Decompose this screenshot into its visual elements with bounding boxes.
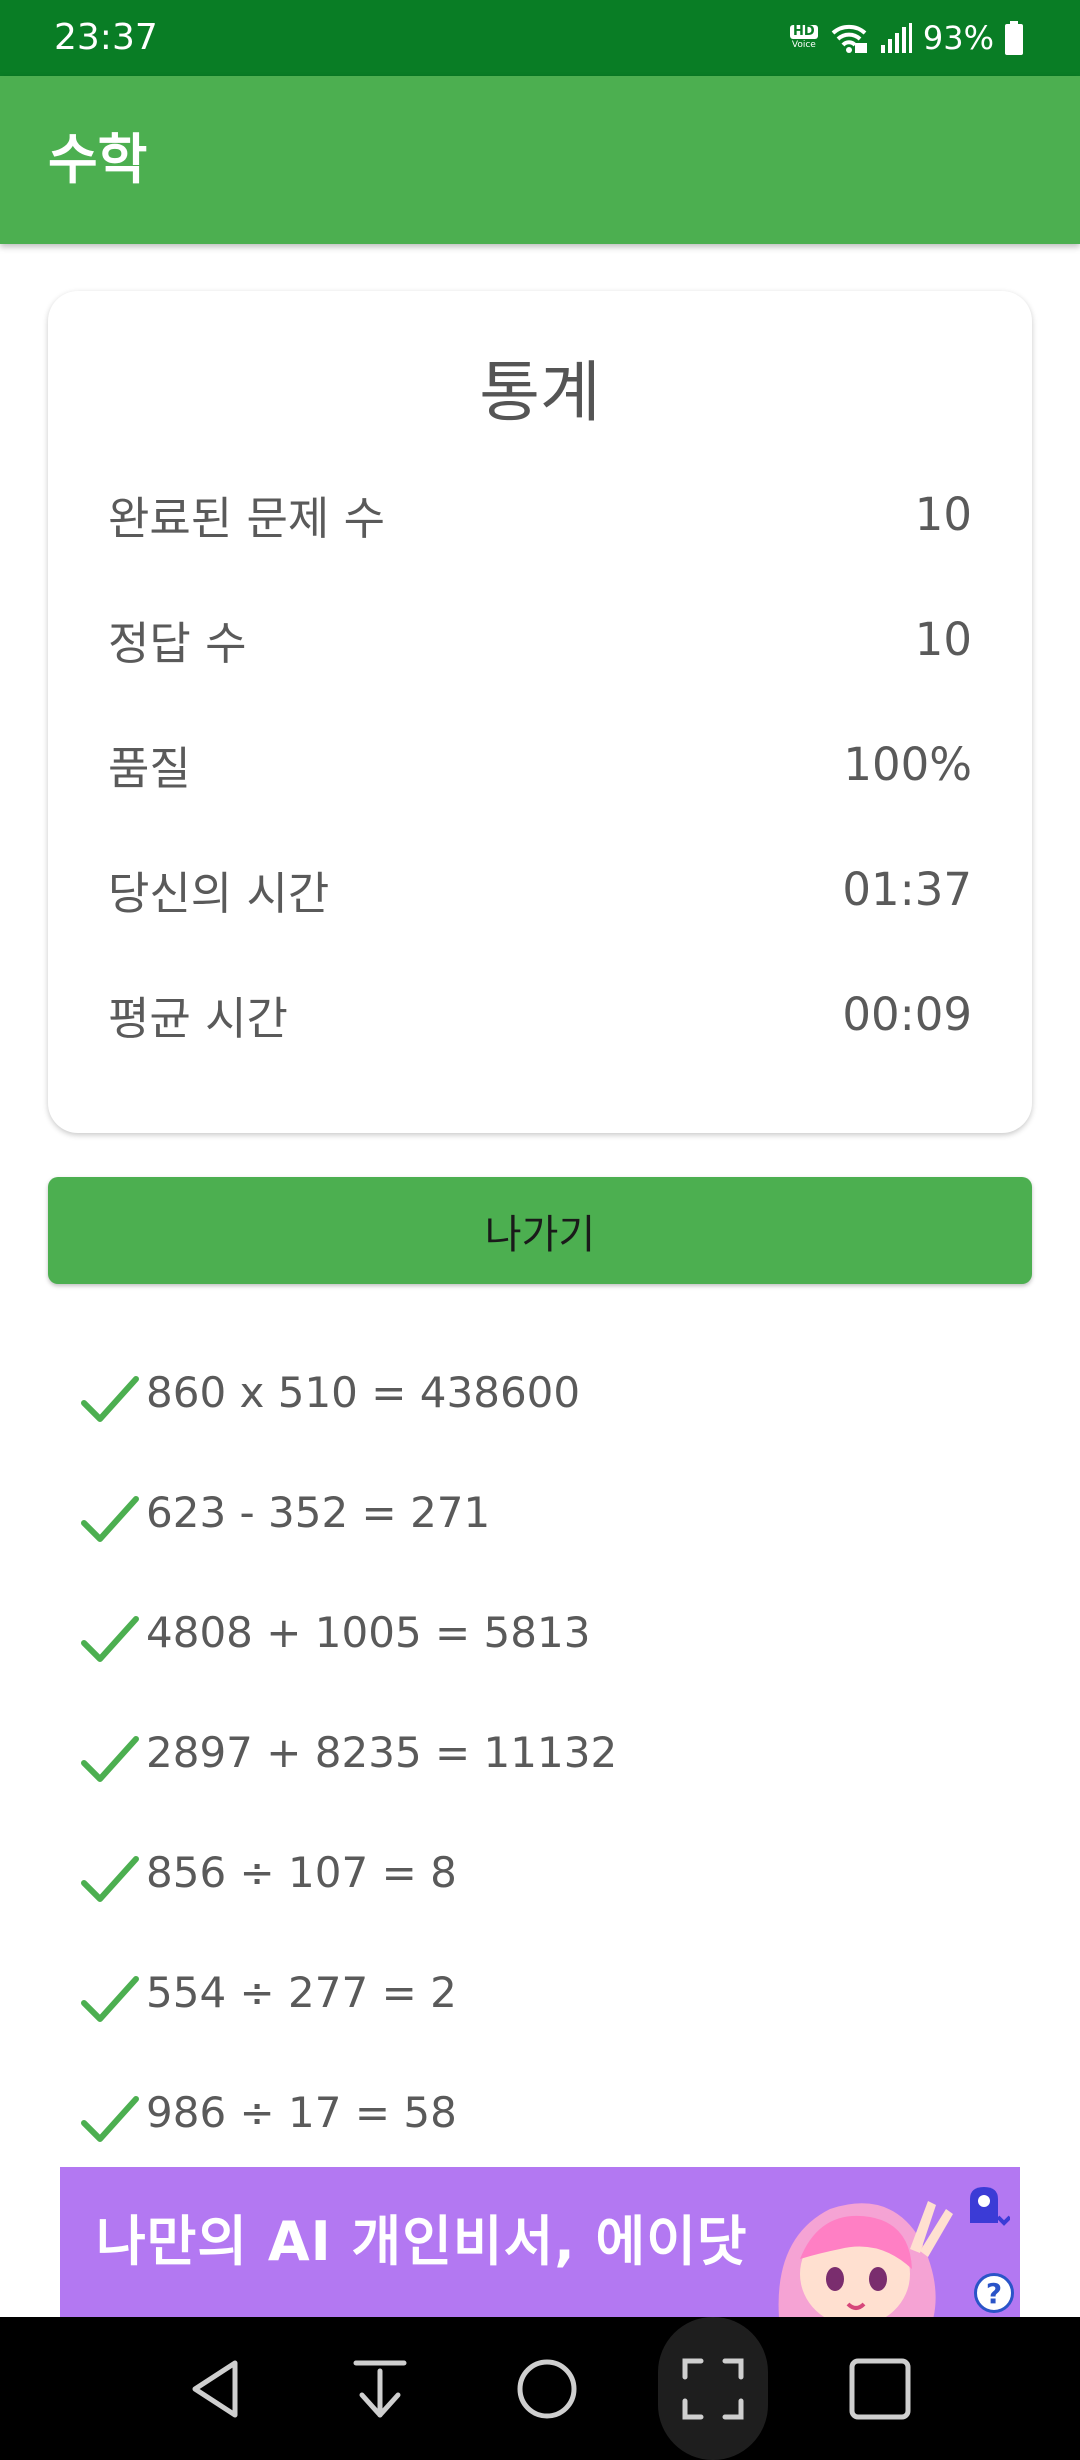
battery-icon	[1005, 21, 1023, 55]
ad-help-icon[interactable]: ?	[974, 2273, 1014, 2313]
stat-value: 01:37	[842, 862, 972, 916]
check-icon	[81, 1376, 139, 1422]
screenshot-icon	[682, 2358, 744, 2419]
stat-row-your-time: 당신의 시간 01:37	[108, 854, 972, 924]
check-icon	[81, 1856, 139, 1902]
stat-label: 평균 시간	[108, 991, 288, 1045]
ad-logo-icon	[970, 2187, 1010, 2226]
result-item: 2897 + 8235 = 11132	[80, 1712, 617, 1792]
exit-button[interactable]: 나가기	[48, 1177, 1032, 1284]
check-icon	[81, 1616, 139, 1662]
status-time: 23:37	[54, 17, 158, 58]
hd-voice-icon: HD Voice	[789, 23, 819, 53]
stat-label: 정답 수	[108, 616, 247, 670]
result-text: 554 ÷ 277 = 2	[146, 1967, 457, 2017]
status-bar: 23:37 HD Voice 93%	[0, 0, 1080, 76]
stat-row-completed: 완료된 문제 수 10	[108, 479, 972, 549]
result-text: 860 x 510 = 438600	[146, 1367, 581, 1417]
voice-label: Voice	[791, 40, 816, 50]
nav-home-button[interactable]	[487, 2317, 607, 2460]
stat-row-quality: 품질 100%	[108, 729, 972, 799]
nav-screenshot-button[interactable]	[658, 2317, 768, 2460]
app-bar: 수학	[0, 76, 1080, 244]
ad-character-image	[778, 2201, 953, 2317]
check-icon	[81, 1736, 139, 1782]
download-icon	[353, 2360, 407, 2417]
nav-recents-button[interactable]	[820, 2317, 940, 2460]
result-item: 860 x 510 = 438600	[80, 1352, 580, 1432]
stat-label: 완료된 문제 수	[108, 491, 386, 545]
result-text: 4808 + 1005 = 5813	[146, 1607, 591, 1657]
stat-value: 100%	[843, 737, 972, 791]
nav-bar	[0, 2317, 1080, 2460]
signal-icon	[880, 23, 912, 53]
stat-label: 당신의 시간	[108, 866, 330, 920]
ad-text: 나만의 AI 개인비서, 에이닷	[96, 2210, 748, 2273]
status-icons: HD Voice 93%	[789, 0, 1024, 76]
result-item: 4808 + 1005 = 5813	[80, 1592, 590, 1672]
app-title: 수학	[48, 128, 148, 191]
result-text: 623 - 352 = 271	[146, 1487, 491, 1537]
result-text: 856 ÷ 107 = 8	[146, 1847, 457, 1897]
stat-value: 10	[914, 612, 972, 666]
back-icon	[192, 2360, 238, 2417]
stats-card: 통계 완료된 문제 수 10 정답 수 10 품질 100% 당신의 시간 01…	[48, 291, 1032, 1133]
result-item: 986 ÷ 17 = 58	[80, 2072, 457, 2152]
nav-back-button[interactable]	[155, 2317, 275, 2460]
stat-row-average-time: 평균 시간 00:09	[108, 979, 972, 1049]
ad-banner[interactable]: 나만의 AI 개인비서, 에이닷 ?	[60, 2167, 1020, 2317]
stat-value: 10	[914, 487, 972, 541]
wifi-icon	[831, 24, 867, 53]
result-text: 2897 + 8235 = 11132	[146, 1727, 618, 1777]
result-item: 856 ÷ 107 = 8	[80, 1832, 457, 1912]
result-item: 623 - 352 = 271	[80, 1472, 490, 1552]
result-item: 554 ÷ 277 = 2	[80, 1952, 457, 2032]
stat-label: 품질	[108, 741, 191, 795]
result-text: 986 ÷ 17 = 58	[146, 2087, 457, 2137]
hd-label: HD	[790, 25, 818, 39]
recents-icon	[849, 2358, 911, 2419]
stat-value: 00:09	[842, 987, 972, 1041]
stats-title: 통계	[479, 354, 601, 431]
stat-row-correct: 정답 수 10	[108, 604, 972, 674]
home-icon	[517, 2359, 577, 2418]
check-icon	[81, 1496, 139, 1542]
check-icon	[81, 1976, 139, 2022]
check-icon	[81, 2096, 139, 2142]
battery-percent: 93%	[922, 19, 994, 57]
nav-download-button[interactable]	[320, 2317, 440, 2460]
